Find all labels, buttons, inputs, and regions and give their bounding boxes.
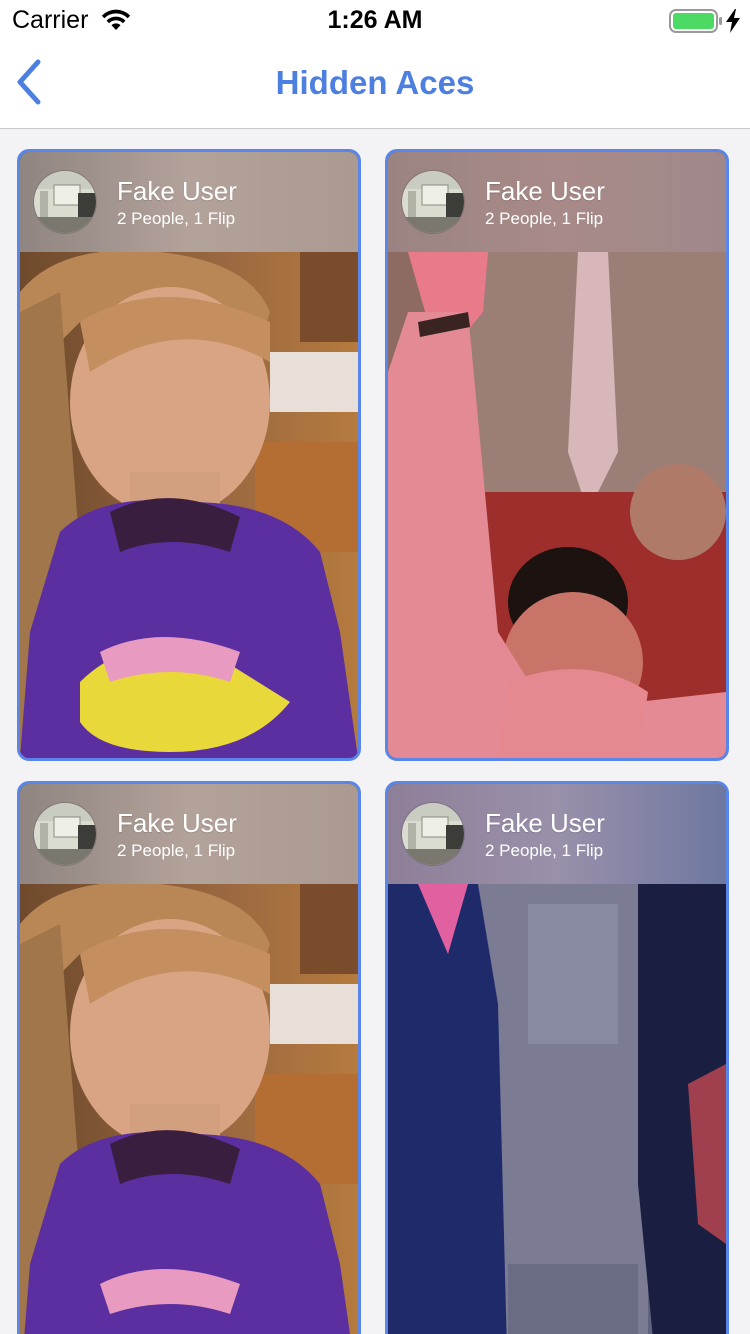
avatar: [34, 171, 96, 233]
flip-card[interactable]: Fake User 2 People, 1 Flip: [17, 781, 361, 1334]
battery-icon: [669, 9, 722, 33]
card-media-blue-figures: [388, 884, 726, 1334]
card-user-name: Fake User: [485, 176, 605, 206]
card-user-name: Fake User: [117, 808, 237, 838]
card-media-audience-raised-hand: [388, 252, 726, 758]
avatar: [402, 803, 464, 865]
card-header: Fake User 2 People, 1 Flip: [388, 152, 726, 252]
card-header: Fake User 2 People, 1 Flip: [388, 784, 726, 884]
card-header: Fake User 2 People, 1 Flip: [20, 784, 358, 884]
card-meta: 2 People, 1 Flip: [485, 209, 604, 228]
card-meta: 2 People, 1 Flip: [117, 209, 236, 228]
status-bar: Carrier 1:26 AM: [0, 0, 750, 40]
flip-card[interactable]: Fake User 2 People, 1 Flip: [385, 149, 729, 761]
avatar: [34, 803, 96, 865]
flip-card[interactable]: Fake User 2 People, 1 Flip: [385, 781, 729, 1334]
charging-bolt-icon: [726, 9, 740, 33]
card-meta: 2 People, 1 Flip: [117, 841, 236, 860]
hidden-aces-grid: Fake User 2 People, 1 Flip Fake User 2 P…: [0, 129, 750, 1334]
avatar: [402, 171, 464, 233]
page-title: Hidden Aces: [275, 64, 475, 101]
card-media-girl-purple-sweater: [20, 884, 358, 1334]
status-time: 1:26 AM: [327, 6, 423, 34]
card-user-name: Fake User: [485, 808, 605, 838]
card-header: Fake User 2 People, 1 Flip: [20, 152, 358, 252]
card-user-name: Fake User: [117, 176, 237, 206]
card-meta: 2 People, 1 Flip: [485, 841, 604, 860]
flip-card[interactable]: Fake User 2 People, 1 Flip: [17, 149, 361, 761]
app-screen: Carrier 1:26 AM Hidden Aces Fake User 2 …: [0, 0, 750, 1334]
navigation-bar: Hidden Aces: [0, 40, 750, 129]
card-media-girl-purple-sweater: [20, 252, 358, 758]
